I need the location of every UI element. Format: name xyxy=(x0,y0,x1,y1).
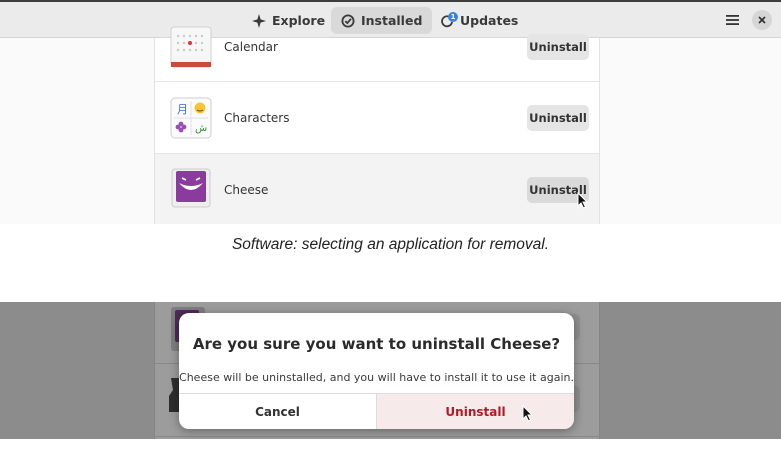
main-menu-button[interactable] xyxy=(721,9,743,31)
uninstall-button[interactable]: Uninstall xyxy=(527,105,589,131)
tab-installed[interactable]: Installed xyxy=(331,7,433,34)
figure-caption: Software: selecting an application for r… xyxy=(231,236,550,253)
svg-text:ش: ش xyxy=(195,123,207,134)
close-icon xyxy=(758,16,766,24)
check-circle-icon xyxy=(341,14,355,27)
header-bar: Explore Installed 1 Updates xyxy=(0,0,781,38)
list-item-cheese[interactable]: Cheese Uninstall xyxy=(155,154,599,224)
characters-app-icon: 月 ش xyxy=(170,97,212,139)
close-window-button[interactable] xyxy=(752,10,772,30)
sparkle-icon xyxy=(252,13,266,28)
list-separator xyxy=(155,436,599,437)
uninstall-button[interactable]: Uninstall xyxy=(527,34,589,60)
dialog-button-row: Cancel Uninstall xyxy=(179,393,574,429)
confirm-uninstall-button[interactable]: Uninstall xyxy=(377,394,574,429)
software-window: Explore Installed 1 Updates Calendar Uni… xyxy=(0,0,781,224)
mouse-pointer-icon xyxy=(577,192,589,209)
updates-badge: 1 xyxy=(448,11,458,22)
uninstall-dialog-screenshot: ll ll Are you sure you want to uninstall… xyxy=(0,302,781,439)
dialog-body: Cheese will be uninstalled, and you will… xyxy=(179,371,574,384)
tab-label: Updates xyxy=(460,13,519,28)
installed-apps-list: Calendar Uninstall 月 ش Characters Uninst… xyxy=(154,26,600,224)
mouse-pointer-icon xyxy=(522,405,534,422)
uninstall-confirmation-dialog: Are you sure you want to uninstall Chees… xyxy=(179,313,574,429)
app-name: Calendar xyxy=(224,40,278,54)
app-name: Cheese xyxy=(224,183,269,197)
cheese-app-icon xyxy=(171,168,211,208)
svg-text:月: 月 xyxy=(177,103,188,116)
tab-label: Installed xyxy=(361,13,423,28)
hamburger-menu-icon xyxy=(725,15,739,25)
tab-explore[interactable]: Explore xyxy=(242,7,335,34)
calendar-app-icon xyxy=(170,26,212,68)
dialog-title: Are you sure you want to uninstall Chees… xyxy=(192,335,561,353)
cancel-button[interactable]: Cancel xyxy=(179,394,377,429)
list-item-characters[interactable]: 月 ش Characters Uninstall xyxy=(155,82,599,154)
tab-updates[interactable]: 1 Updates xyxy=(430,7,528,34)
app-name: Characters xyxy=(224,111,290,125)
list-item-calendar[interactable]: Calendar Uninstall xyxy=(155,26,599,82)
tab-label: Explore xyxy=(272,13,326,28)
